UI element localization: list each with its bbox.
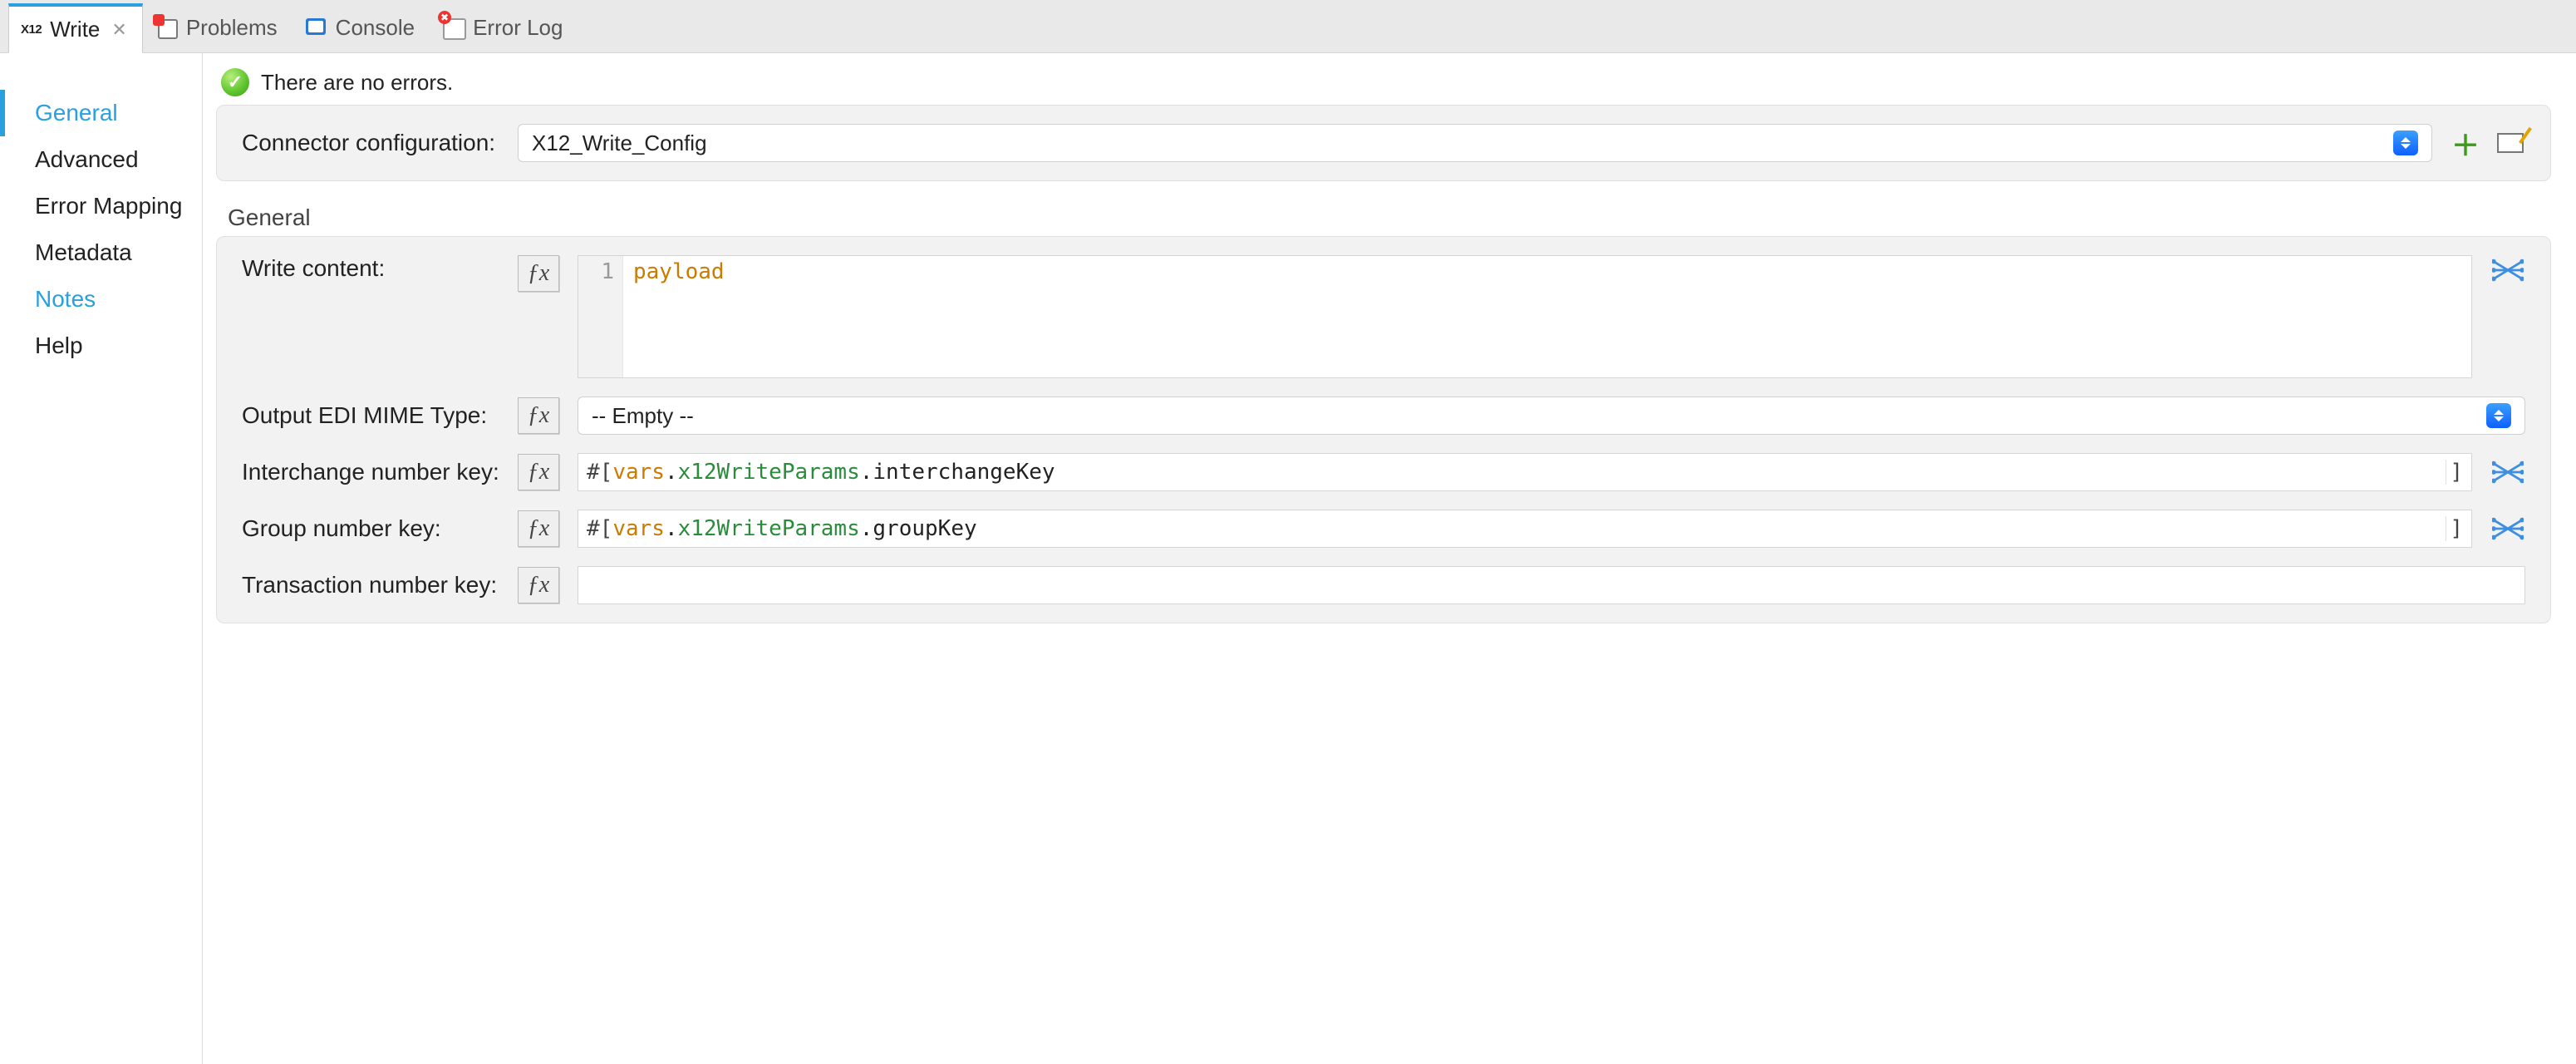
section-title-general: General	[228, 204, 2551, 231]
tab-label: Problems	[186, 15, 278, 41]
status-ok-icon: ✓	[221, 68, 249, 96]
write-content-editor[interactable]: 1 payload	[578, 255, 2472, 378]
sidebar-item-help[interactable]: Help	[0, 323, 202, 369]
transaction-key-label: Transaction number key:	[242, 572, 499, 598]
tab-x12-write[interactable]: X12 Write ✕	[8, 3, 143, 53]
tab-error-log[interactable]: Error Log	[430, 2, 578, 52]
tab-console[interactable]: Console	[293, 2, 430, 52]
dataweave-icon	[2492, 516, 2524, 541]
sidebar-item-notes[interactable]: Notes	[0, 276, 202, 323]
sidebar-item-advanced[interactable]: Advanced	[0, 136, 202, 183]
tab-label: Error Log	[473, 15, 563, 41]
view-tabbar: X12 Write ✕ Problems Console Error Log	[0, 0, 2576, 53]
edit-icon	[2497, 133, 2524, 153]
output-mime-select[interactable]: -- Empty --	[578, 397, 2525, 435]
write-content-label: Write content:	[242, 255, 499, 282]
x12-prefix-badge: X12	[21, 22, 42, 37]
expr-prop: .groupKey	[860, 516, 977, 541]
dataweave-map-button[interactable]	[2490, 255, 2525, 285]
expr-open: #[	[587, 516, 612, 541]
main-panel: ✓ There are no errors. Connector configu…	[203, 53, 2576, 1064]
tab-problems[interactable]: Problems	[143, 2, 293, 52]
expr-obj: x12WriteParams	[678, 460, 860, 485]
tab-label: Console	[336, 15, 415, 41]
expr-prop: .interchangeKey	[860, 460, 1055, 485]
sidebar-item-general[interactable]: General	[0, 90, 202, 136]
fx-toggle-transaction-key[interactable]: ƒx	[518, 567, 559, 603]
connector-config-value: X12_Write_Config	[532, 131, 707, 156]
expr-open: #[	[587, 460, 612, 485]
editor-body: General Advanced Error Mapping Metadata …	[0, 53, 2576, 1064]
interchange-key-label: Interchange number key:	[242, 459, 499, 485]
connector-config-select[interactable]: X12_Write_Config	[518, 124, 2432, 162]
add-config-button[interactable]: ＋	[2451, 128, 2480, 158]
output-mime-value: -- Empty --	[592, 403, 694, 429]
fx-toggle-group-key[interactable]: ƒx	[518, 510, 559, 547]
error-log-icon	[441, 16, 465, 39]
expr-close: ]	[2446, 460, 2463, 485]
edit-config-button[interactable]	[2495, 128, 2525, 158]
expr-close: ]	[2446, 516, 2463, 541]
status-message: There are no errors.	[261, 70, 453, 96]
group-key-label: Group number key:	[242, 515, 499, 542]
group-key-input[interactable]: #[ vars . x12WriteParams .groupKey ]	[578, 510, 2472, 548]
dataweave-icon	[2492, 258, 2524, 283]
chevron-updown-icon	[2486, 403, 2511, 428]
editor-line-1: payload	[623, 256, 733, 377]
status-row: ✓ There are no errors.	[216, 68, 2551, 105]
connector-config-label: Connector configuration:	[242, 130, 499, 156]
general-panel: Write content: ƒx 1 payload	[216, 236, 2551, 623]
close-icon[interactable]: ✕	[111, 19, 126, 41]
expr-vars: vars	[612, 460, 665, 485]
expr-dot: .	[665, 460, 678, 485]
dataweave-map-button[interactable]	[2490, 457, 2525, 487]
fx-toggle-write-content[interactable]: ƒx	[518, 255, 559, 292]
interchange-key-input[interactable]: #[ vars . x12WriteParams .interchangeKey…	[578, 453, 2472, 491]
plus-icon: ＋	[2451, 123, 2480, 164]
transaction-key-input[interactable]	[578, 566, 2525, 604]
chevron-updown-icon	[2393, 131, 2418, 155]
sidebar-item-metadata[interactable]: Metadata	[0, 229, 202, 276]
fx-toggle-interchange-key[interactable]: ƒx	[518, 454, 559, 490]
connector-config-panel: Connector configuration: X12_Write_Confi…	[216, 105, 2551, 181]
editor-gutter: 1	[578, 256, 623, 377]
sidebar: General Advanced Error Mapping Metadata …	[0, 53, 203, 1064]
console-icon	[304, 16, 327, 39]
dataweave-map-button[interactable]	[2490, 514, 2525, 544]
expr-dot: .	[665, 516, 678, 541]
code-token-payload: payload	[633, 259, 725, 284]
problems-icon	[155, 16, 178, 39]
fx-toggle-output-mime[interactable]: ƒx	[518, 397, 559, 434]
expr-vars: vars	[612, 516, 665, 541]
output-mime-label: Output EDI MIME Type:	[242, 402, 499, 429]
dataweave-icon	[2492, 460, 2524, 485]
sidebar-item-error-mapping[interactable]: Error Mapping	[0, 183, 202, 229]
tab-label: Write	[50, 17, 100, 42]
expr-obj: x12WriteParams	[678, 516, 860, 541]
